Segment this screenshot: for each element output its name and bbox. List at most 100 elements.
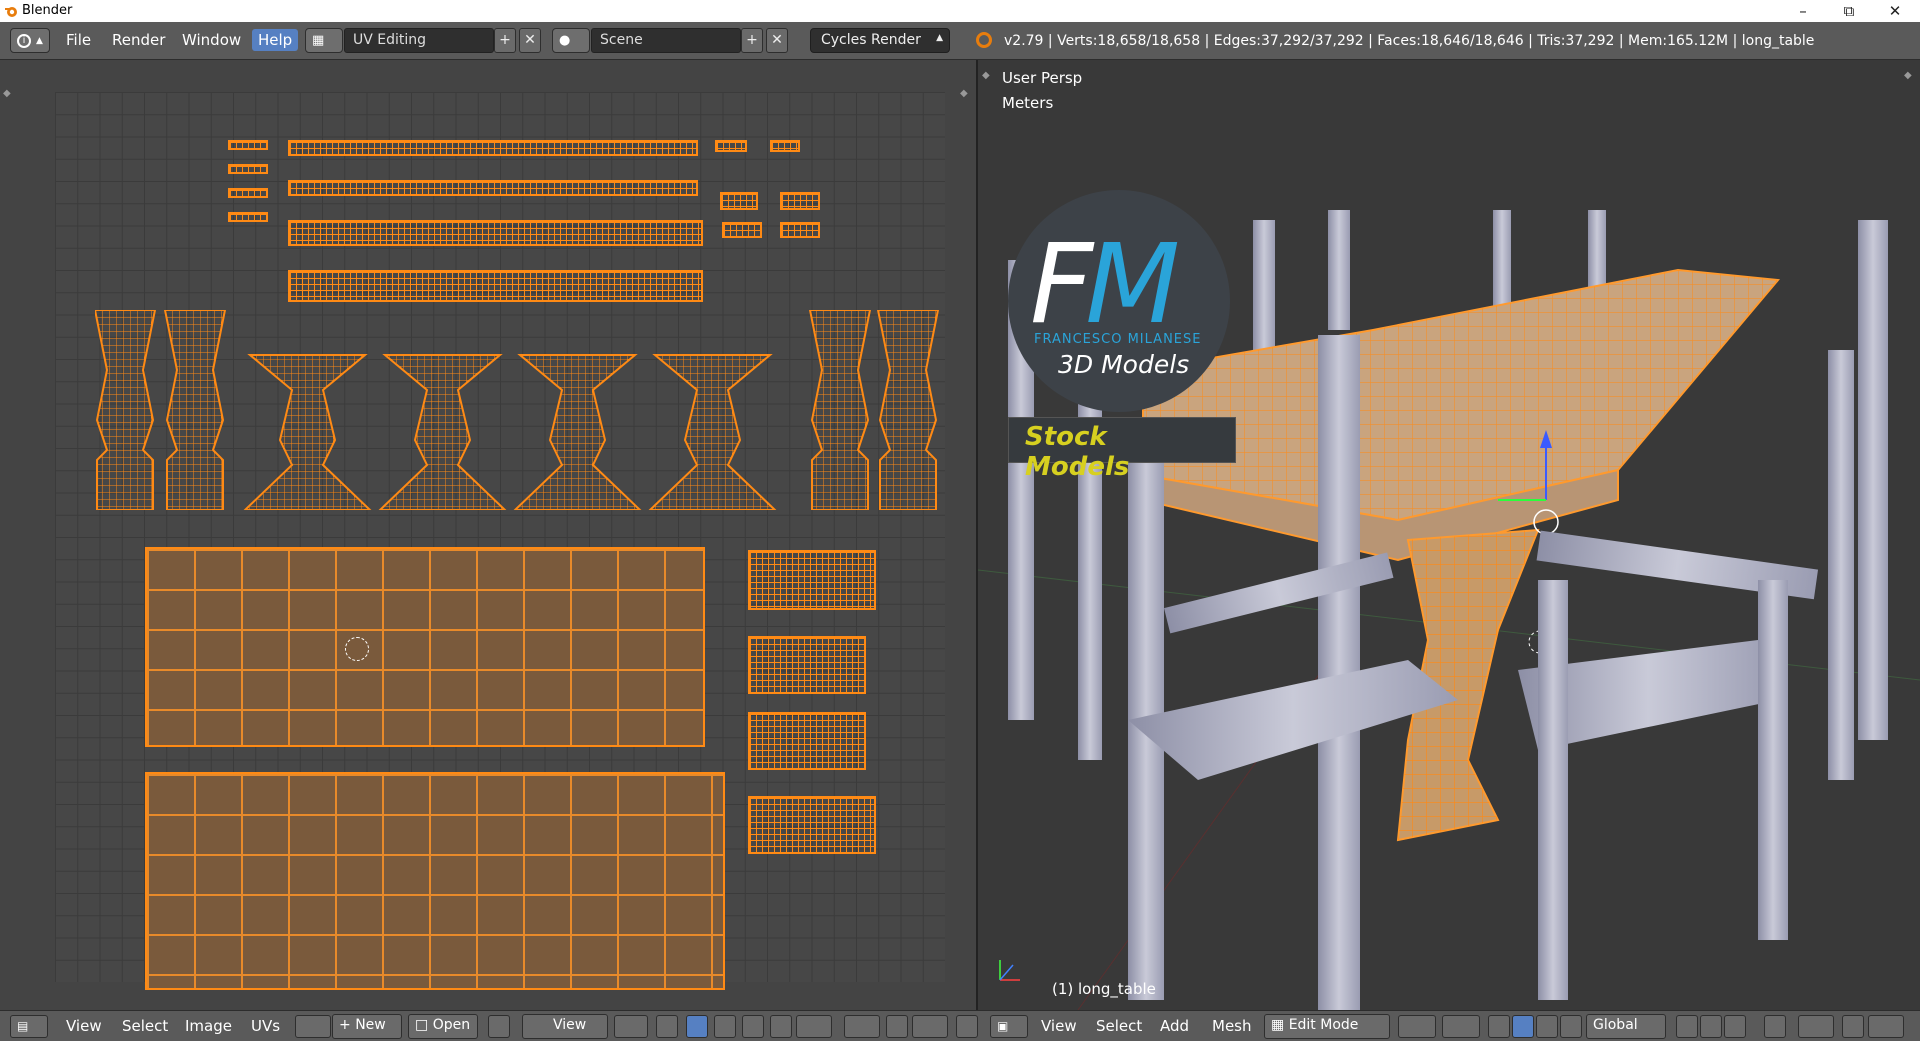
uv-view-mode-label: View — [553, 1017, 587, 1033]
uv-image-editor[interactable]: ◆ ◆ — [0, 60, 976, 1010]
menu-help[interactable]: Help — [252, 29, 299, 51]
translate-manipulator-icon[interactable] — [1512, 1015, 1534, 1038]
proportional-edit-icon[interactable] — [844, 1015, 880, 1038]
snap-element-icon[interactable] — [1868, 1015, 1904, 1038]
view3d-menu-select[interactable]: Select — [1096, 1017, 1142, 1035]
pivot-icon[interactable] — [614, 1015, 648, 1038]
scene-icon-button[interactable]: ● — [552, 28, 590, 53]
menu-file[interactable]: File — [66, 31, 91, 49]
uv-island — [228, 140, 268, 150]
view3d-menu-view[interactable]: View — [1041, 1017, 1077, 1035]
uv-island-tabletop-underside — [145, 772, 725, 990]
screen-layout-field[interactable]: UV Editing — [344, 28, 494, 53]
sync-selection-icon[interactable] — [656, 1015, 678, 1038]
menu-render[interactable]: Render — [112, 31, 165, 49]
uv-view-mode-dropdown[interactable]: View — [522, 1014, 608, 1039]
orientation-label: Global — [1593, 1017, 1638, 1033]
uv-leg-islands — [95, 310, 940, 510]
view3d-menu-add[interactable]: Add — [1160, 1017, 1189, 1035]
logo-letter-f: F — [1030, 220, 1093, 348]
editor-type-button[interactable]: i ▲ — [10, 28, 50, 53]
uv-island — [748, 636, 866, 694]
panel-toggle-left-icon[interactable]: ◆ — [3, 88, 11, 99]
render-engine-dropdown[interactable]: Cycles Render ▲ — [810, 28, 950, 53]
uv-island — [748, 712, 866, 770]
uv-editor-type-button[interactable]: ▤ — [10, 1015, 48, 1038]
uv-island — [748, 796, 876, 854]
logo-subtitle: 3D Models — [1058, 350, 1190, 379]
panel-toggle-right-icon[interactable]: ◆ — [960, 88, 968, 99]
watermark-logo: FM FRANCESCO MILANESE 3D Models — [1008, 190, 1230, 412]
vertex-select-icon[interactable] — [686, 1015, 708, 1038]
menu-window[interactable]: Window — [182, 31, 241, 49]
add-screen-icon[interactable]: + — [494, 28, 516, 53]
uv-island — [288, 270, 703, 302]
close-window-button[interactable]: ✕ — [1872, 0, 1918, 22]
mode-dropdown[interactable]: ▦ Edit Mode — [1264, 1014, 1390, 1039]
uv-menu-uvs[interactable]: UVs — [251, 1017, 280, 1035]
3d-editor-type-button[interactable]: ▣ — [990, 1015, 1028, 1038]
uv-island — [288, 140, 698, 156]
logo-name: FRANCESCO MILANESE — [1034, 332, 1202, 347]
rotate-manipulator-icon[interactable] — [1536, 1015, 1558, 1038]
face-mode-icon[interactable] — [1724, 1015, 1746, 1038]
screen-layout-icon-button[interactable]: ▦ — [305, 28, 343, 53]
logo-letter-m: M — [1085, 220, 1180, 348]
vertex-mode-icon[interactable] — [1676, 1015, 1698, 1038]
uv-island — [715, 140, 747, 152]
add-scene-icon[interactable]: + — [741, 28, 763, 53]
remove-scene-icon[interactable]: ✕ — [766, 28, 788, 53]
window-title: Blender — [22, 3, 73, 18]
render-engine-value: Cycles Render — [821, 32, 921, 48]
stock-models-banner: Stock Models — [1008, 417, 1236, 482]
folder-icon: □ — [415, 1017, 433, 1033]
image-editor-icon: ▤ — [17, 1019, 29, 1033]
scopes-icon[interactable] — [956, 1015, 978, 1038]
edit-mode-icon: ▦ — [1271, 1017, 1289, 1033]
layout-grid-icon: ▦ — [312, 33, 325, 48]
uv-island — [780, 222, 820, 238]
limit-to-visible-icon[interactable] — [1764, 1015, 1786, 1038]
edge-select-icon[interactable] — [714, 1015, 736, 1038]
open-image-label: Open — [432, 1017, 471, 1033]
uv-island-tabletop — [145, 547, 705, 747]
open-image-button[interactable]: □ Open — [408, 1014, 478, 1039]
uv-island — [780, 192, 820, 210]
blender-logo-icon — [5, 7, 17, 17]
view3d-menu-mesh[interactable]: Mesh — [1212, 1017, 1252, 1035]
pivot-point-icon[interactable] — [1442, 1015, 1480, 1038]
scale-manipulator-icon[interactable] — [1560, 1015, 1582, 1038]
snap-icon[interactable] — [886, 1015, 908, 1038]
remove-screen-icon[interactable]: ✕ — [519, 28, 541, 53]
sticky-selection-icon[interactable] — [796, 1015, 832, 1038]
active-object-label: (1) long_table — [1052, 980, 1156, 998]
uv-island — [288, 220, 703, 246]
restore-button[interactable]: ⧉ — [1826, 0, 1872, 22]
face-select-icon[interactable] — [742, 1015, 764, 1038]
pin-icon[interactable] — [488, 1015, 510, 1038]
proportional-editing-icon[interactable] — [1798, 1015, 1834, 1038]
snap-toggle-icon[interactable] — [1842, 1015, 1864, 1038]
2d-cursor-icon[interactable] — [345, 637, 369, 661]
uv-island — [720, 192, 758, 210]
scene-field[interactable]: Scene — [591, 28, 741, 53]
island-select-icon[interactable] — [770, 1015, 792, 1038]
transform-orientation-dropdown[interactable]: Global — [1586, 1014, 1666, 1039]
uv-island — [228, 212, 268, 222]
uv-island — [770, 140, 800, 152]
uv-island — [228, 188, 268, 198]
image-browse-button[interactable] — [295, 1015, 331, 1038]
uv-menu-view[interactable]: View — [66, 1017, 102, 1035]
edge-mode-icon[interactable] — [1700, 1015, 1722, 1038]
minimize-button[interactable]: – — [1780, 0, 1826, 22]
3d-viewport[interactable]: ◆ ◆ User Persp Meters FM FRANCESCO MILAN… — [978, 60, 1920, 1010]
uv-menu-select[interactable]: Select — [122, 1017, 168, 1035]
uv-island — [748, 550, 876, 610]
viewport-shading-icon[interactable] — [1398, 1015, 1436, 1038]
title-bar: Blender – ⧉ ✕ — [0, 0, 1920, 22]
uv-grid[interactable] — [55, 92, 945, 990]
uv-menu-image[interactable]: Image — [185, 1017, 232, 1035]
manipulator-toggle-icon[interactable] — [1488, 1015, 1510, 1038]
snap-target-icon[interactable] — [912, 1015, 948, 1038]
new-image-button[interactable]: + New — [332, 1014, 402, 1039]
